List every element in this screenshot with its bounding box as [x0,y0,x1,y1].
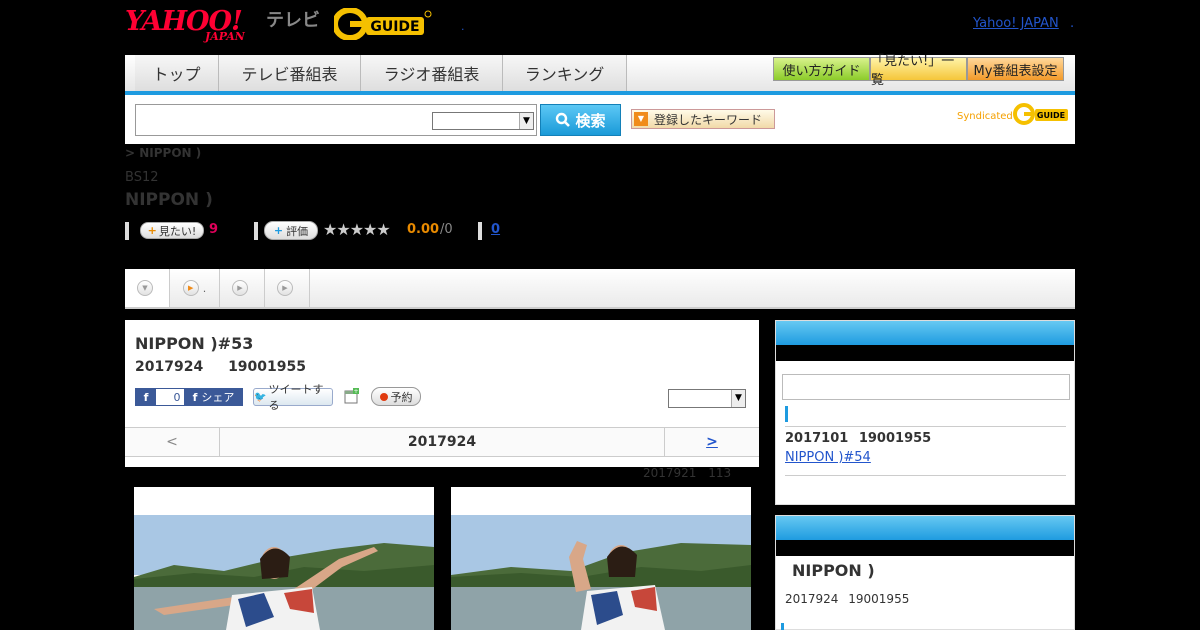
syndicated-gguide-logo: GUIDE [1013,103,1069,125]
episode-action-select[interactable]: ▼ [668,389,746,408]
tab-current[interactable]: ▼ [125,269,170,307]
play-icon: ▶ [232,280,248,296]
svg-text:GUIDE: GUIDE [1037,111,1065,120]
yahoo-logo-subtext: JAPAN [205,30,245,43]
next-episode-box: 2017101 19001955 NIPPON )#54 [775,320,1075,505]
tab-2[interactable]: ▶ . [170,269,220,307]
episode-photo-image [451,487,751,630]
svg-text:GUIDE: GUIDE [370,19,419,35]
calendar-add-icon[interactable]: + [344,388,360,404]
want-to-watch-label: 見たい! [158,224,197,238]
yahoo-japan-link[interactable]: Yahoo! JAPAN [973,16,1059,31]
search-category-select[interactable]: ▼ [432,112,534,130]
stat-divider [478,222,482,240]
plus-icon: + [147,224,157,237]
section-marker [781,623,784,630]
search-icon [556,112,571,127]
date-pager: < 2017924 > [125,427,759,457]
reserve-label: 予約 [390,390,413,404]
stat-divider [125,222,129,240]
update-timestamp: 2017921 113 [643,466,732,480]
gguide-logo[interactable]: GUIDE [332,7,432,41]
saved-keywords-button[interactable]: ▼ 登録したキーワード [631,109,775,129]
rate-button-label: 評価 [286,224,309,238]
record-icon [379,392,388,401]
sidebar-header-band [776,345,1074,361]
rating-score: 0.00 [407,222,440,237]
nav-tab-radio-listings[interactable]: ラジオ番組表 [361,55,503,91]
sidebar-header [776,321,1074,345]
twitter-bird-icon: 🐦 [254,391,267,403]
rating-stars: ★★★★★ [323,220,391,239]
tv-label: テレビ [266,10,320,31]
divider [785,426,1066,427]
header-dot-link[interactable]: . [461,20,465,33]
section-marker [785,406,788,422]
reserve-recording-button[interactable]: 予約 [371,387,421,406]
saved-keywords-label: 登録したキーワード [654,112,763,127]
sidebar-header [776,516,1074,540]
stat-divider [254,222,258,240]
breadcrumb[interactable]: > NIPPON ) [125,146,201,160]
play-icon: ▶ [277,280,293,296]
episode-photo[interactable] [134,487,434,630]
want-to-watch-button[interactable]: + 見たい! [140,222,204,239]
episode-title: NIPPON )#53 [135,334,254,353]
episode-air-date: 2017924 19001955 [135,359,306,375]
yahoo-japan-logo[interactable]: YAHOO! JAPAN [125,6,265,43]
gguide-logo-icon: GUIDE [332,7,432,41]
main-nav: トップ テレビ番組表 ラジオ番組表 ランキング 使い方ガイド 「見たい!」一覧 … [125,54,1075,95]
divider [785,475,1066,476]
chevron-down-icon: ▼ [519,113,533,129]
nav-tab-ranking[interactable]: ランキング [503,55,627,91]
next-date-button[interactable]: > [664,428,759,456]
tweet-label: ツイートする [268,383,324,412]
my-listings-settings-button[interactable]: My番組表設定 [967,57,1064,81]
yahoo-japan-link-tail: . [1070,16,1075,31]
gguide-small-logo-icon: GUIDE [1013,103,1068,125]
chevron-down-icon: ▼ [137,280,153,296]
rating-count: /0 [440,222,453,237]
current-program-box: NIPPON ) 2017924 19001955 [775,515,1075,630]
play-icon: ▶ [182,280,199,296]
channel-name: BS12 [125,170,159,185]
episode-panel: NIPPON )#53 2017924 19001955 f 0 f シェア 🐦… [125,320,759,467]
facebook-icon: f [136,389,156,405]
current-program-date: 2017924 19001955 [785,592,910,606]
facebook-share-button[interactable]: f シェア [184,388,243,406]
sidebar-header-band [776,540,1074,556]
facebook-icon: f [192,390,198,404]
nav-tab-top[interactable]: トップ [135,55,219,91]
tweet-button[interactable]: 🐦 ツイートする [253,383,333,412]
syndicated-label: Syndicated [957,111,1013,122]
current-date: 2017924 [407,434,477,450]
svg-text:+: + [353,388,358,395]
tab-3[interactable]: ▶ [220,269,265,307]
search-button[interactable]: 検索 [540,104,621,136]
search-bar: ▼ 検索 ▼ 登録したキーワード Syndicated GUIDE [125,95,1075,144]
guide-button[interactable]: 使い方ガイド [773,57,870,81]
current-program-title: NIPPON ) [792,561,875,580]
rate-button[interactable]: + 評価 [264,221,318,240]
search-button-label: 検索 [575,111,606,130]
watchlist-button[interactable]: 「見たい!」一覧 [870,54,967,88]
tab-4[interactable]: ▶ [265,269,310,307]
want-to-watch-count: 9 [209,222,219,237]
plus-icon: + [273,224,284,237]
program-title: NIPPON ) [125,190,213,210]
nav-tab-tv-listings[interactable]: テレビ番組表 [219,55,361,91]
reviews-link[interactable]: 0 [491,222,500,237]
previous-date-button[interactable]: < [125,428,220,456]
triangle-down-icon: ▼ [634,112,648,126]
episode-photo-image [134,487,434,630]
next-episode-link[interactable]: NIPPON )#54 [785,450,871,465]
program-tabs: ▼ ▶ . ▶ ▶ [125,269,1075,309]
next-episode-date: 2017101 19001955 [785,431,932,446]
chevron-down-icon: ▼ [731,390,745,407]
page: YAHOO! JAPAN テレビ GUIDE . Yahoo! JAPAN . … [0,0,1200,630]
tab-label: . [202,281,207,295]
share-label: シェア [201,391,235,404]
sidebar-search-input[interactable] [782,374,1070,400]
episode-photo[interactable] [451,487,751,630]
